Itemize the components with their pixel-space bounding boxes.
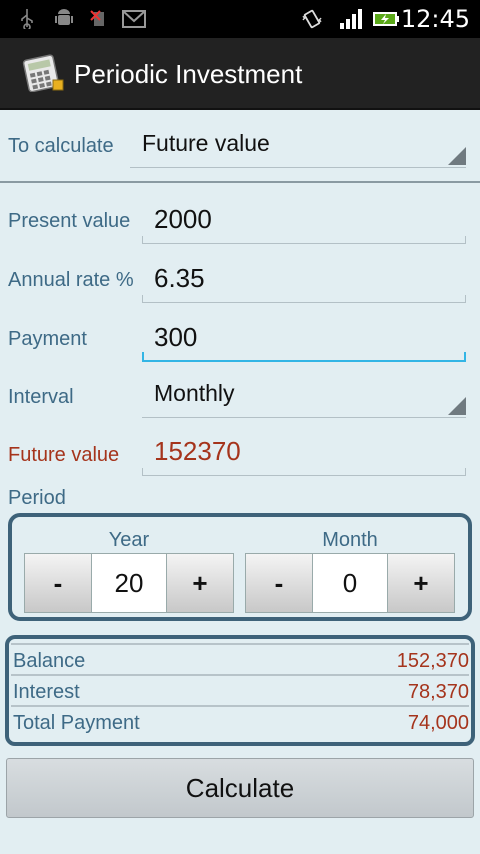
result-row-balance: Balance 152,370 bbox=[11, 643, 469, 674]
result-value: 74,000 bbox=[407, 712, 469, 734]
interval-label: Interval bbox=[8, 386, 74, 408]
month-plus-button[interactable]: + bbox=[387, 553, 455, 613]
result-label: Total Payment bbox=[13, 712, 140, 734]
app-title: Periodic Investment bbox=[74, 59, 303, 89]
usb-icon bbox=[21, 9, 33, 29]
clock: 12:45 bbox=[400, 5, 470, 33]
month-value[interactable]: 0 bbox=[313, 553, 387, 613]
future-value-label: Future value bbox=[8, 444, 120, 466]
result-row-total-payment: Total Payment 74,000 bbox=[11, 705, 469, 736]
status-bar: 12:45 bbox=[0, 0, 480, 38]
annual-rate-label: Annual rate % bbox=[8, 269, 134, 291]
present-value-input: 2000 bbox=[154, 204, 212, 234]
android-debug-icon bbox=[55, 9, 73, 25]
signal-icon bbox=[340, 9, 362, 29]
payment-input: 300 bbox=[154, 322, 198, 352]
payment-field[interactable]: 300 bbox=[142, 318, 466, 362]
future-value-output: 152370 bbox=[154, 436, 241, 466]
interval-value: Monthly bbox=[154, 380, 235, 406]
calculate-button[interactable]: Calculate bbox=[6, 758, 474, 818]
result-value: 78,370 bbox=[407, 681, 469, 703]
to-calculate-value: Future value bbox=[142, 130, 270, 156]
result-value: 152,370 bbox=[396, 650, 469, 672]
to-calculate-spinner[interactable]: Future value bbox=[130, 126, 466, 168]
battery-charging-icon bbox=[373, 12, 399, 26]
annual-rate-field[interactable]: 6.35 bbox=[142, 259, 466, 303]
result-label: Interest bbox=[13, 681, 80, 703]
vibrate-icon bbox=[302, 9, 322, 29]
divider bbox=[0, 181, 480, 183]
month-label: Month bbox=[322, 529, 378, 551]
dropdown-arrow-icon bbox=[448, 147, 466, 165]
month-minus-button[interactable]: - bbox=[245, 553, 313, 613]
future-value-field[interactable]: 152370 bbox=[142, 432, 466, 476]
present-value-label: Present value bbox=[8, 210, 131, 232]
year-plus-button[interactable]: + bbox=[166, 553, 234, 613]
annual-rate-input: 6.35 bbox=[154, 263, 205, 293]
calculator-icon bbox=[22, 54, 64, 92]
period-box: Year - 20 + Month - 0 + bbox=[8, 513, 472, 621]
period-label: Period bbox=[8, 487, 66, 509]
result-row-interest: Interest 78,370 bbox=[11, 674, 469, 705]
to-calculate-label: To calculate bbox=[8, 135, 114, 157]
result-label: Balance bbox=[13, 650, 86, 672]
no-sim-icon bbox=[90, 10, 104, 26]
year-value[interactable]: 20 bbox=[92, 553, 166, 613]
dropdown-arrow-icon bbox=[448, 397, 466, 415]
present-value-field[interactable]: 2000 bbox=[142, 200, 466, 244]
action-bar: Periodic Investment bbox=[0, 38, 480, 110]
interval-spinner[interactable]: Monthly bbox=[142, 376, 466, 418]
year-label: Year bbox=[108, 529, 150, 551]
payment-label: Payment bbox=[8, 328, 87, 350]
year-minus-button[interactable]: - bbox=[24, 553, 92, 613]
results-box: Balance 152,370 Interest 78,370 Total Pa… bbox=[5, 635, 475, 746]
gmail-icon bbox=[122, 10, 146, 28]
